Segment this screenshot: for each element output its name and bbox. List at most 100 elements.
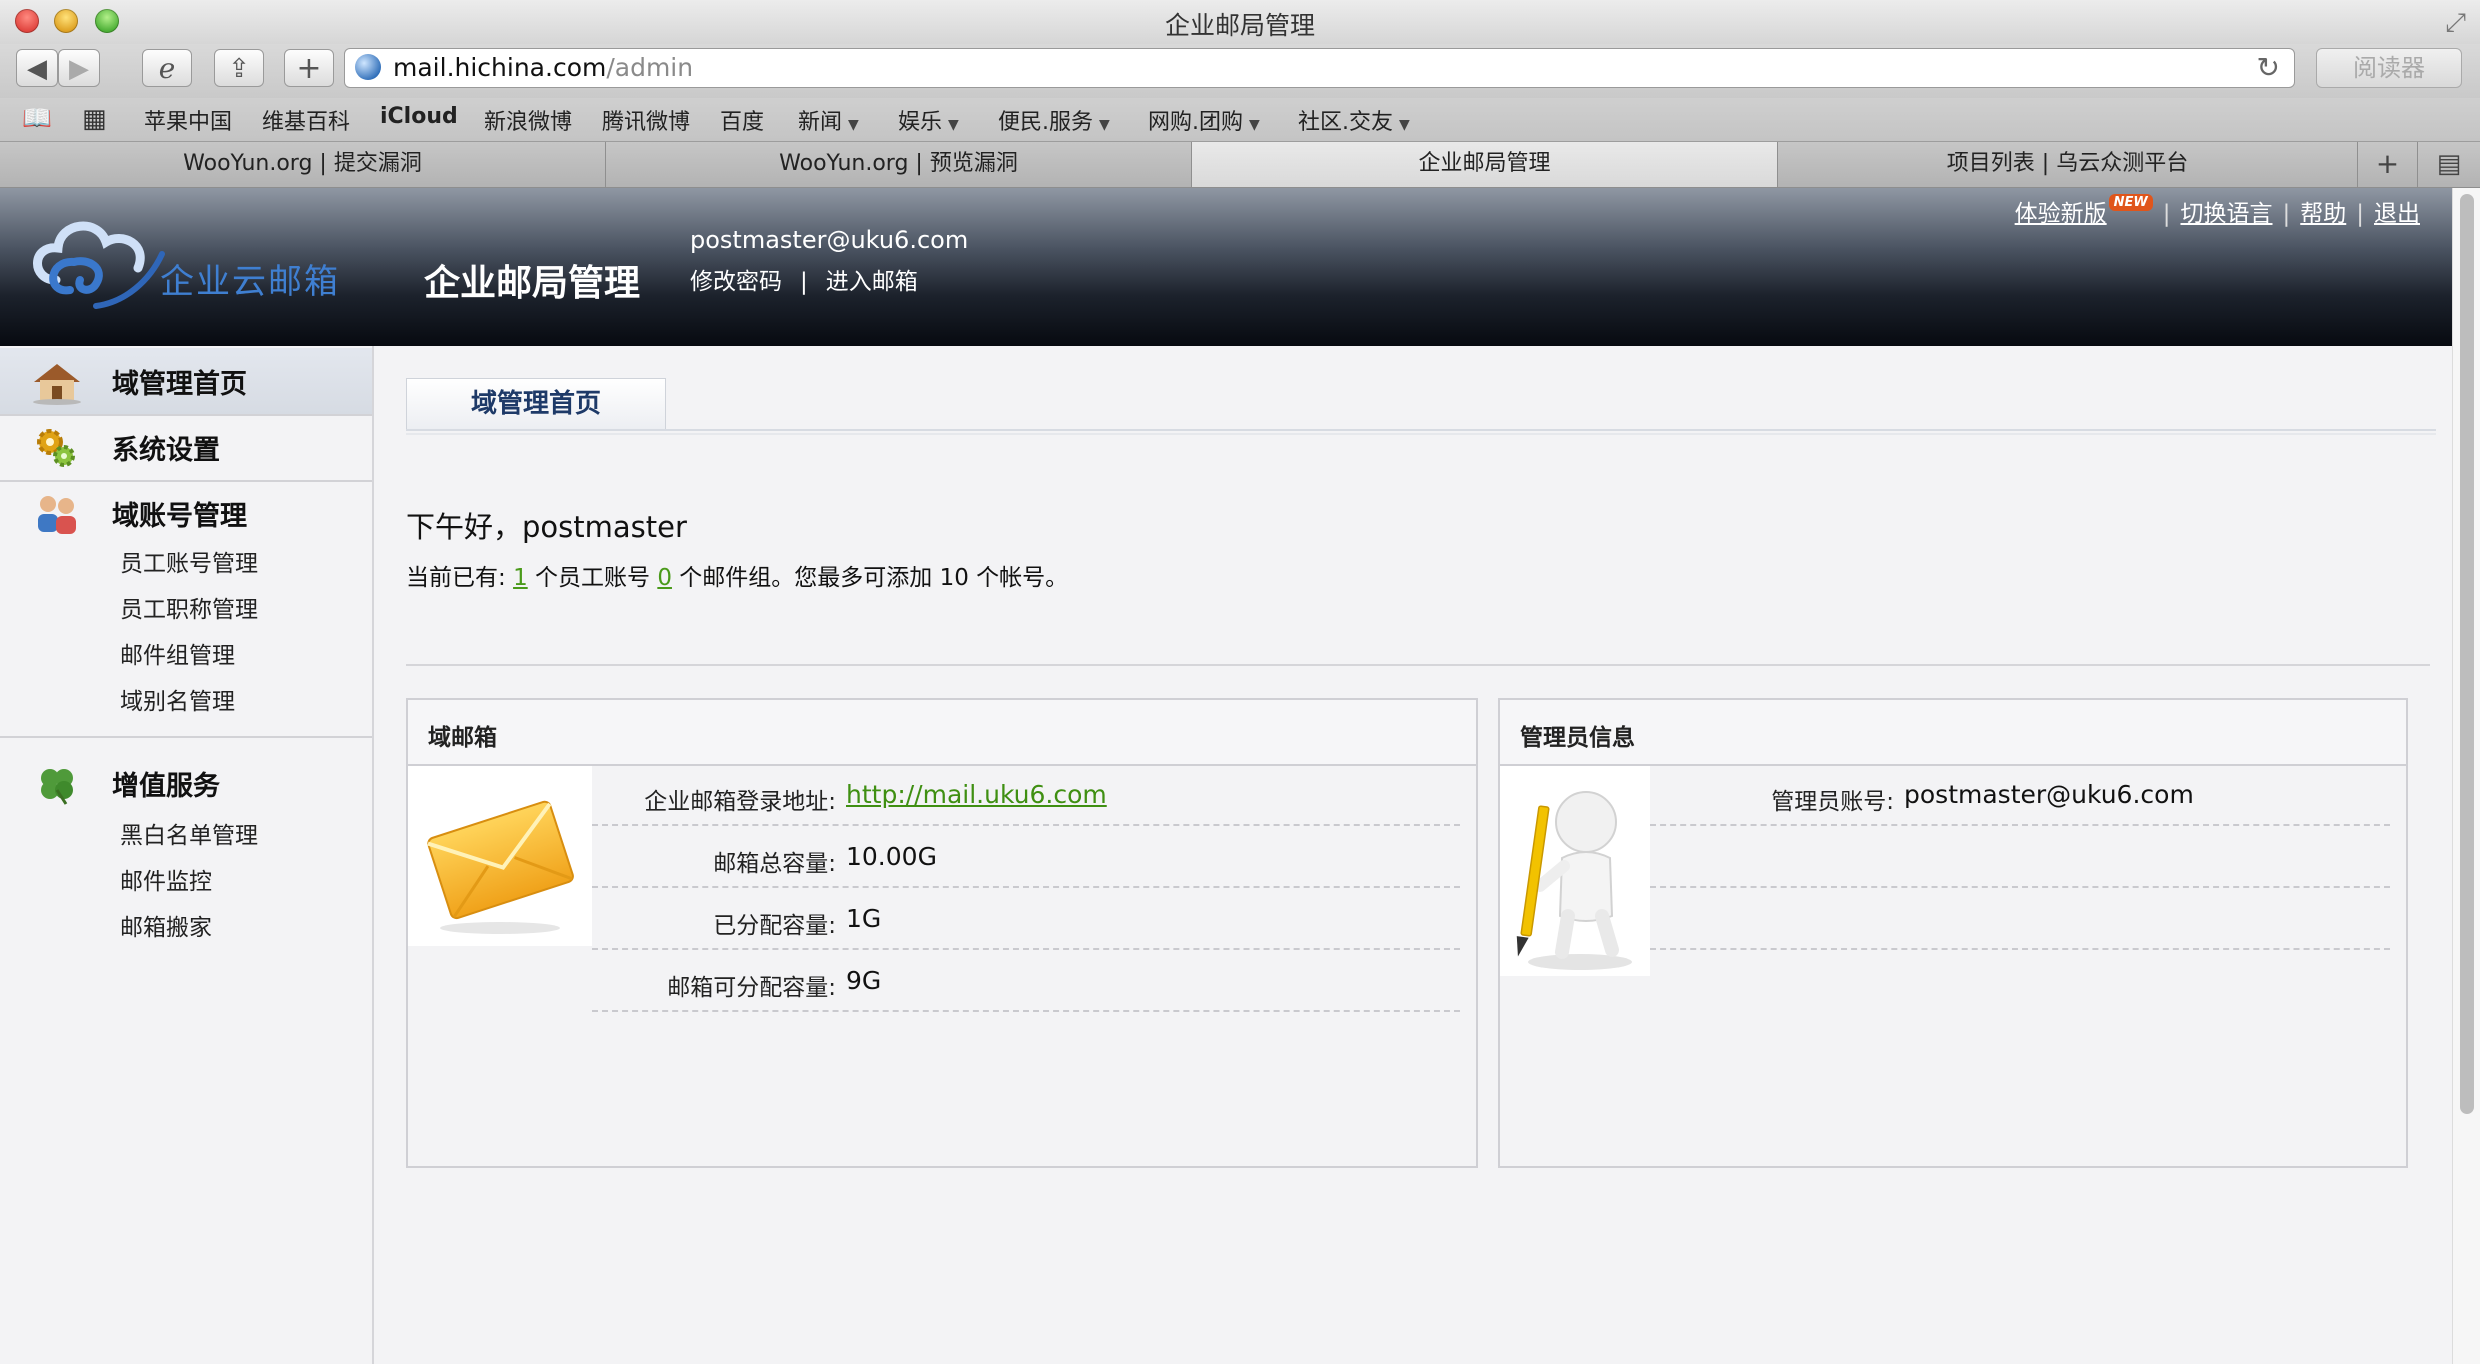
browser-toolbar: ◀ ▶ ℯ ⇪ + mail.hichina.com/admin ↻ 阅读器 <box>0 44 2480 98</box>
bookmark-item[interactable]: 腾讯微博 <box>602 104 690 136</box>
fullscreen-icon[interactable]: ⤢ <box>2445 8 2466 39</box>
new-tab-plus-icon[interactable]: + <box>2358 142 2418 187</box>
bookmark-item[interactable]: 维基百科 <box>262 104 350 136</box>
bookmark-folder[interactable]: 社区.交友 ▼ <box>1298 104 1410 136</box>
site-favicon-icon <box>355 54 381 80</box>
url-path: /admin <box>606 53 694 82</box>
page-scrollbar[interactable] <box>2452 188 2480 1364</box>
summary-text: 个帐号。 <box>968 565 1069 591</box>
admin-figure-image <box>1500 766 1650 976</box>
reader-button[interactable]: 阅读器 <box>2316 48 2462 88</box>
browser-tab[interactable]: 项目列表 | 乌云众测平台 <box>1778 142 2358 187</box>
logout-link[interactable]: 退出 <box>2374 201 2420 227</box>
info-row: 企业邮箱登录地址: http://mail.uku6.com <box>592 766 1460 826</box>
header-user-email: postmaster@uku6.com <box>690 226 969 254</box>
group-count-link[interactable]: 0 <box>657 565 672 591</box>
chevron-down-icon: ▼ <box>1399 117 1410 133</box>
tab-overview-icon[interactable]: ▤ <box>2418 142 2480 187</box>
ie-mode-button[interactable]: ℯ <box>142 49 192 87</box>
share-button[interactable]: ⇪ <box>214 49 264 87</box>
browser-tab-active[interactable]: 企业邮局管理 <box>1192 142 1778 187</box>
new-tab-button[interactable]: + <box>284 49 334 87</box>
chevron-down-icon: ▼ <box>1099 117 1110 133</box>
switch-language-link[interactable]: 切换语言 <box>2181 201 2273 227</box>
summary-text: 当前已有: <box>406 565 514 591</box>
info-row: 已分配容量: 1G <box>592 890 1460 950</box>
bookmark-item[interactable]: iCloud <box>380 104 458 129</box>
forward-button[interactable]: ▶ <box>58 49 100 87</box>
bookmark-folder[interactable]: 新闻 ▼ <box>798 104 859 136</box>
domain-mailbox-panel: 域邮箱 企业邮箱登录地址: http://mail.uku6.com 邮箱总容量… <box>406 698 1478 1168</box>
bookmark-item[interactable]: 苹果中国 <box>144 104 232 136</box>
tab-underline <box>406 429 2436 435</box>
info-row: 邮箱可分配容量: 9G <box>592 952 1460 1012</box>
employee-count-link[interactable]: 1 <box>513 565 528 591</box>
sidebar: 域管理首页 系统设置 域账号管理 员工账号管理 员工职称管理 邮件组管理 域别名… <box>0 346 374 1364</box>
new-badge: NEW <box>2108 194 2153 211</box>
plus-icon: + <box>296 51 322 86</box>
sidebar-item-accounts[interactable]: 域账号管理 <box>0 480 372 546</box>
panel-header: 管理员信息 <box>1500 700 2406 766</box>
sidebar-subitem[interactable]: 邮件监控 <box>120 862 212 896</box>
url-text[interactable]: mail.hichina.com/admin <box>393 53 693 82</box>
sidebar-item-home[interactable]: 域管理首页 <box>0 348 372 414</box>
try-new-version-link[interactable]: 体验新版 <box>2015 201 2107 227</box>
logo-text: 企业云邮箱 <box>160 262 340 302</box>
sidebar-item-label: 系统设置 <box>112 435 220 466</box>
bookmark-folder-label: 娱乐 <box>898 110 943 135</box>
cloud-logo-icon <box>33 221 165 309</box>
bookmark-folder-label: 社区.交友 <box>1298 110 1393 135</box>
back-button[interactable]: ◀ <box>16 49 58 87</box>
header-title: 企业邮局管理 <box>424 263 641 304</box>
info-label: 已分配容量: <box>713 913 836 939</box>
bookmark-item[interactable]: 新浪微博 <box>484 104 572 136</box>
back-arrow-icon: ◀ <box>27 54 47 84</box>
account-summary: 当前已有: 1 个员工账号 0 个邮件组。您最多可添加 10 个帐号。 <box>406 558 1068 592</box>
enter-mailbox-link[interactable]: 进入邮箱 <box>826 269 918 295</box>
users-icon <box>38 496 76 534</box>
reload-icon[interactable]: ↻ <box>2257 51 2280 84</box>
top-sites-grid-icon[interactable]: ▦ <box>82 104 107 134</box>
sidebar-subitem[interactable]: 员工职称管理 <box>120 590 258 624</box>
panel-header: 域邮箱 <box>408 700 1476 766</box>
sidebar-subitem[interactable]: 邮件组管理 <box>120 636 235 670</box>
panel-title: 管理员信息 <box>1520 725 1635 751</box>
browser-tab[interactable]: WooYun.org | 提交漏洞 <box>0 142 606 187</box>
sidebar-subitem[interactable]: 邮箱搬家 <box>120 908 212 942</box>
link-separator: | <box>2162 201 2171 227</box>
info-row: 邮箱总容量: 10.00G <box>592 828 1460 888</box>
tab-bar: WooYun.org | 提交漏洞 WooYun.org | 预览漏洞 企业邮局… <box>0 142 2480 188</box>
link-separator: | <box>800 269 808 295</box>
sidebar-item-label: 域管理首页 <box>112 369 247 400</box>
admin-account-value: postmaster@uku6.com <box>1904 780 2194 809</box>
summary-text: 个邮件组。您最多可添加 <box>671 565 940 591</box>
info-label: 邮箱可分配容量: <box>667 975 836 1001</box>
envelope-icon <box>427 800 574 934</box>
reading-list-icon[interactable]: 📖 <box>22 104 52 132</box>
help-link[interactable]: 帮助 <box>2300 201 2346 227</box>
sidebar-subitem[interactable]: 员工账号管理 <box>120 544 258 578</box>
info-label: 邮箱总容量: <box>713 851 836 877</box>
bookmark-folder[interactable]: 娱乐 ▼ <box>898 104 959 136</box>
bookmarks-bar: 📖 ▦ 苹果中国 维基百科 iCloud 新浪微博 腾讯微博 百度 新闻 ▼ 娱乐… <box>0 98 2480 142</box>
sidebar-subitem[interactable]: 黑白名单管理 <box>120 816 258 850</box>
header-user-links: 修改密码 | 进入邮箱 <box>690 262 918 296</box>
clover-icon <box>41 769 73 805</box>
login-url-link[interactable]: http://mail.uku6.com <box>846 780 1107 809</box>
tab-domain-home[interactable]: 域管理首页 <box>406 378 666 430</box>
sidebar-subitem[interactable]: 域别名管理 <box>120 682 235 716</box>
bookmark-folder[interactable]: 网购.团购 ▼ <box>1148 104 1260 136</box>
bookmark-folder[interactable]: 便民.服务 ▼ <box>998 104 1110 136</box>
bookmark-folder-label: 便民.服务 <box>998 110 1093 135</box>
info-label: 企业邮箱登录地址: <box>644 789 836 815</box>
sidebar-item-settings[interactable]: 系统设置 <box>0 414 372 480</box>
address-bar[interactable]: mail.hichina.com/admin ↻ <box>344 48 2295 88</box>
person-with-pencil-icon <box>1516 791 1632 970</box>
bookmark-item[interactable]: 百度 <box>720 104 764 136</box>
web-page: 企业云邮箱 企业邮局管理 postmaster@uku6.com 修改密码 | 进入… <box>0 188 2452 1364</box>
browser-tab[interactable]: WooYun.org | 预览漏洞 <box>606 142 1192 187</box>
sidebar-item-services[interactable]: 增值服务 <box>0 750 372 816</box>
panel-title: 域邮箱 <box>428 725 497 751</box>
change-password-link[interactable]: 修改密码 <box>690 269 782 295</box>
scrollbar-thumb[interactable] <box>2460 194 2474 1114</box>
